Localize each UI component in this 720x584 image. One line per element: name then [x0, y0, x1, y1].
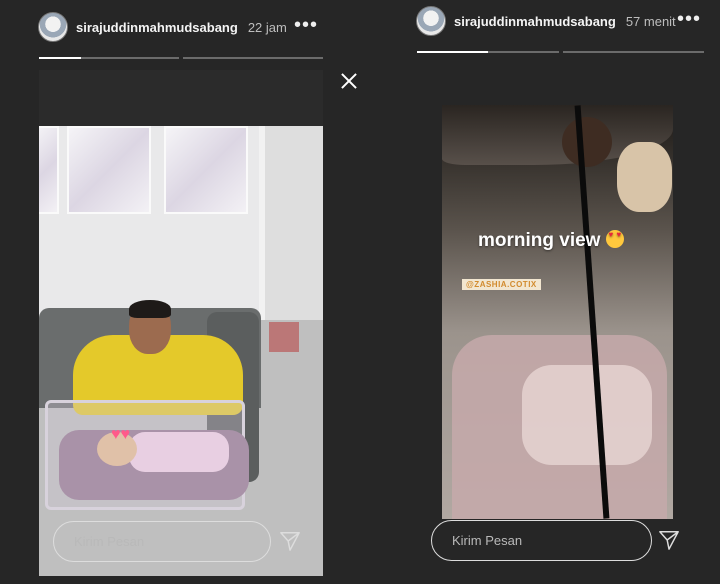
- send-icon[interactable]: [279, 530, 301, 552]
- username[interactable]: sirajuddinmahmudsabang: [454, 14, 616, 29]
- username[interactable]: sirajuddinmahmudsabang: [76, 20, 238, 35]
- story-header: sirajuddinmahmudsabang 57 menit: [416, 6, 676, 36]
- progress-segment: [183, 57, 323, 59]
- photo-wall-art: [67, 126, 151, 214]
- photo-pillow: [617, 142, 672, 212]
- photo-person: [562, 117, 612, 167]
- photo-wall-art: [164, 126, 248, 214]
- story-progress: [417, 51, 704, 53]
- send-icon[interactable]: [658, 529, 680, 551]
- progress-fill: [39, 57, 81, 59]
- caption-text: morning view: [478, 230, 601, 251]
- story-left: sirajuddinmahmudsabang 22 jam ••• ♥♥ Kir…: [0, 0, 340, 584]
- story-photo[interactable]: ♥♥: [39, 70, 323, 576]
- story-right: sirajuddinmahmudsabang 57 menit ••• morn…: [400, 0, 720, 584]
- reply-placeholder: Kirim Pesan: [74, 534, 145, 549]
- progress-segment: [39, 57, 179, 59]
- timestamp: 22 jam: [247, 19, 287, 35]
- avatar[interactable]: [416, 6, 446, 36]
- more-options-icon[interactable]: •••: [294, 15, 318, 35]
- photo-person-hair: [129, 300, 171, 318]
- photo-blanket: [522, 365, 652, 465]
- photo-rug: [269, 322, 299, 352]
- heart-eyes-emoji-icon: [606, 230, 625, 248]
- heart-sticker-icon: ♥♥: [111, 426, 130, 443]
- timestamp: 57 menit: [625, 13, 676, 29]
- close-icon[interactable]: [338, 70, 360, 92]
- progress-segment: [417, 51, 559, 53]
- photo-blanket: [129, 432, 229, 472]
- story-photo[interactable]: morning view @ZASHIA.COTIX: [442, 105, 673, 519]
- avatar[interactable]: [38, 12, 68, 42]
- story-caption: morning view: [478, 230, 625, 252]
- reply-input[interactable]: Kirim Pesan: [431, 520, 652, 561]
- story-progress: [39, 57, 323, 59]
- story-header: sirajuddinmahmudsabang 22 jam: [38, 12, 287, 42]
- reply-placeholder: Kirim Pesan: [452, 533, 523, 548]
- progress-segment: [562, 51, 704, 53]
- progress-fill: [417, 51, 488, 53]
- reply-input[interactable]: Kirim Pesan: [53, 521, 271, 562]
- photo-wall-art: [39, 126, 59, 214]
- more-options-icon[interactable]: •••: [677, 9, 701, 29]
- mention-tag[interactable]: @ZASHIA.COTIX: [462, 279, 541, 290]
